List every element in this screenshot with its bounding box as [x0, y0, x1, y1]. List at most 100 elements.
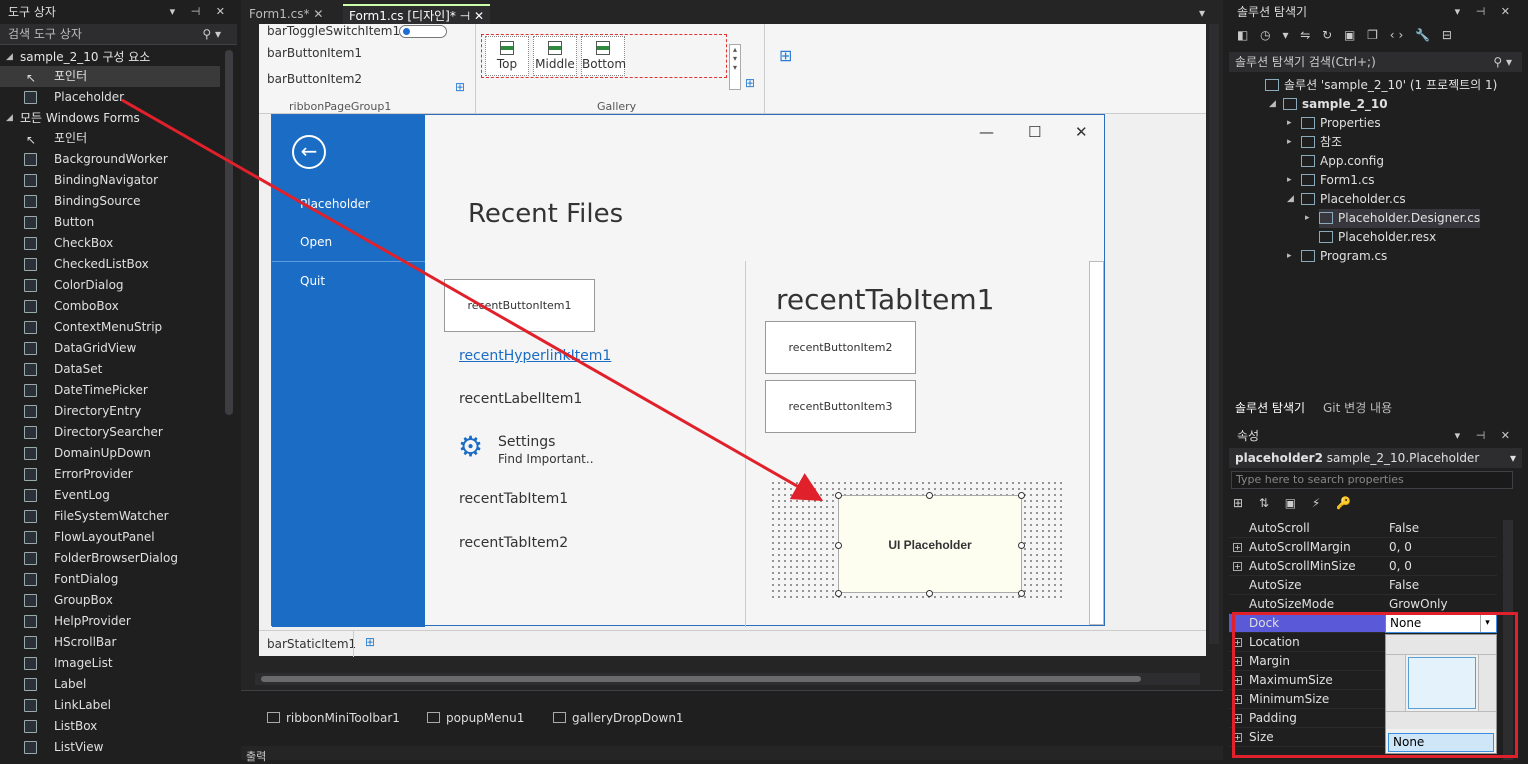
- tree-item[interactable]: ◢ sample_2_10: [1269, 95, 1388, 114]
- tree-item[interactable]: ▸ 참조: [1287, 133, 1342, 152]
- resize-handle[interactable]: [1018, 492, 1025, 499]
- resize-handle[interactable]: [835, 590, 842, 597]
- settings-title[interactable]: Settings: [498, 434, 555, 450]
- tool-item[interactable]: ErrorProvider: [0, 464, 220, 485]
- add-item-icon[interactable]: ⊞: [745, 76, 755, 90]
- tool-item[interactable]: GroupBox: [0, 590, 220, 611]
- expand-icon[interactable]: +: [1233, 543, 1242, 552]
- tab-git-changes[interactable]: Git 변경 내용: [1323, 399, 1392, 416]
- tool-item[interactable]: DataGridView: [0, 338, 220, 359]
- tool-item[interactable]: CheckedListBox: [0, 254, 220, 275]
- toolbox-scrollbar[interactable]: [225, 50, 233, 415]
- tool-item[interactable]: HelpProvider: [0, 611, 220, 632]
- tool-item[interactable]: ImageList: [0, 653, 220, 674]
- recent-button-item3[interactable]: recentButtonItem3: [765, 380, 916, 433]
- tool-item[interactable]: HScrollBar: [0, 632, 220, 653]
- tray-popup-menu[interactable]: popupMenu1: [427, 711, 524, 725]
- resize-handle[interactable]: [1018, 542, 1025, 549]
- tray-gallery-dropdown[interactable]: galleryDropDown1: [553, 711, 684, 725]
- bar-button-item1[interactable]: barButtonItem1: [267, 46, 362, 60]
- toolbox-group-all-forms[interactable]: ◢ 모든 Windows Forms: [0, 108, 140, 128]
- close-icon[interactable]: ✕: [313, 7, 323, 21]
- tab-overflow-icon[interactable]: ▾: [1199, 6, 1205, 20]
- close-icon[interactable]: ✕: [474, 9, 484, 23]
- gallery-item-top[interactable]: Top: [485, 36, 529, 76]
- tool-item[interactable]: ListView: [0, 737, 220, 758]
- close-icon[interactable]: ✕: [1075, 123, 1088, 141]
- recent-tab-item1[interactable]: recentTabItem1: [459, 491, 568, 507]
- tree-item[interactable]: 솔루션 'sample_2_10' (1 프로젝트의 1): [1265, 76, 1497, 95]
- tool-item[interactable]: LinkLabel: [0, 695, 220, 716]
- property-value[interactable]: False: [1389, 576, 1419, 595]
- minimize-icon[interactable]: —: [979, 123, 994, 141]
- solution-search-input[interactable]: 솔루션 탐색기 검색(Ctrl+;) ⚲ ▾: [1229, 52, 1522, 72]
- expand-icon[interactable]: ▸: [1287, 114, 1292, 133]
- scroll-thumb[interactable]: [261, 676, 1141, 682]
- recent-button-item1[interactable]: recentButtonItem1: [444, 279, 595, 332]
- tree-item[interactable]: ▸ Form1.cs: [1287, 171, 1375, 190]
- designer-surface[interactable]: barToggleSwitchItem1 barButtonItem1 barB…: [259, 24, 1206, 657]
- recent-tab-item2[interactable]: recentTabItem2: [459, 535, 568, 551]
- recent-button-item2[interactable]: recentButtonItem2: [765, 321, 916, 374]
- tool-item[interactable]: DateTimePicker: [0, 380, 220, 401]
- search-icon[interactable]: ⚲ ▾: [1493, 52, 1512, 72]
- property-value[interactable]: 0, 0: [1389, 557, 1412, 576]
- property-value[interactable]: False: [1389, 519, 1419, 538]
- expand-icon[interactable]: ◢: [1287, 190, 1294, 209]
- add-item-icon[interactable]: ⊞: [365, 635, 375, 649]
- tool-item[interactable]: CheckBox: [0, 233, 220, 254]
- tool-placeholder[interactable]: Placeholder: [0, 87, 220, 108]
- back-arrow-icon[interactable]: ←: [292, 135, 326, 169]
- toolbox-group-components[interactable]: ◢ sample_2_10 구성 요소: [0, 47, 150, 67]
- bar-button-item2[interactable]: barButtonItem2: [267, 72, 362, 86]
- tree-item[interactable]: Placeholder.resx: [1319, 228, 1436, 247]
- resize-handle[interactable]: [835, 492, 842, 499]
- gallery-scroll-buttons[interactable]: ▴ ▾ ▾: [729, 44, 741, 90]
- expand-icon[interactable]: ▸: [1305, 209, 1310, 228]
- resize-handle[interactable]: [1018, 590, 1025, 597]
- tool-item[interactable]: ListBox: [0, 716, 220, 737]
- add-item-icon[interactable]: ⊞: [455, 80, 465, 94]
- tool-item[interactable]: ContextMenuStrip: [0, 317, 220, 338]
- property-search-input[interactable]: Type here to search properties: [1231, 471, 1513, 489]
- content-scrollbar[interactable]: [1089, 261, 1104, 625]
- backstage-item-quit[interactable]: Quit: [300, 274, 325, 288]
- designer-hscrollbar[interactable]: [255, 673, 1200, 685]
- expand-icon[interactable]: ▸: [1287, 247, 1292, 266]
- tool-item[interactable]: ComboBox: [0, 296, 220, 317]
- panel-pin-icons[interactable]: ▾ ⊣ ✕: [1455, 424, 1516, 448]
- tool-item[interactable]: FlowLayoutPanel: [0, 527, 220, 548]
- tree-item[interactable]: ▸ Program.cs: [1287, 247, 1387, 266]
- tool-pointer[interactable]: ↖ 포인터: [0, 66, 220, 87]
- tray-mini-toolbar[interactable]: ribbonMiniToolbar1: [267, 711, 400, 725]
- solution-toolbar[interactable]: ◧ ◷ ▾ ⇋ ↻ ▣ ❐ ‹› 🔧 ⊟: [1229, 28, 1522, 50]
- expand-icon[interactable]: +: [1233, 562, 1242, 571]
- search-icon[interactable]: ⚲ ▾: [202, 24, 221, 45]
- expand-icon[interactable]: ▸: [1287, 133, 1292, 152]
- toolbox-search-input[interactable]: 검색 도구 상자 ⚲ ▾: [0, 24, 237, 45]
- pin-icon[interactable]: ⊣: [460, 9, 470, 23]
- expand-icon[interactable]: ▸: [1287, 171, 1292, 190]
- property-row[interactable]: + AutoScrollMargin 0, 0: [1229, 538, 1497, 557]
- resize-handle[interactable]: [926, 590, 933, 597]
- tab-solution-explorer[interactable]: 솔루션 탐색기: [1235, 399, 1305, 416]
- output-panel-title[interactable]: 출력: [246, 748, 266, 764]
- tool-item[interactable]: ColorDialog: [0, 275, 220, 296]
- backstage-item-placeholder[interactable]: Placeholder: [300, 197, 370, 211]
- bar-static-item[interactable]: barStaticItem1: [267, 637, 356, 651]
- tool-item[interactable]: Button: [0, 212, 220, 233]
- expand-icon[interactable]: ◢: [1269, 95, 1276, 114]
- toggle-switch[interactable]: [399, 25, 447, 38]
- ui-placeholder[interactable]: UI Placeholder: [838, 495, 1022, 593]
- tool-item[interactable]: BindingSource: [0, 191, 220, 212]
- add-page-group-icon[interactable]: ⊞: [779, 46, 792, 65]
- tree-item[interactable]: ▸ Placeholder.Designer.cs: [1305, 209, 1481, 228]
- tool-item[interactable]: Label: [0, 674, 220, 695]
- tool-item[interactable]: FolderBrowserDialog: [0, 548, 220, 569]
- gallery-item-bottom[interactable]: Bottom: [581, 36, 626, 76]
- properties-toolbar[interactable]: ⊞ ⇅ ▣ ⚡ 🔑: [1233, 496, 1357, 510]
- tree-item[interactable]: ◢ Placeholder.cs: [1287, 190, 1406, 209]
- tool-item[interactable]: EventLog: [0, 485, 220, 506]
- tool-item[interactable]: BackgroundWorker: [0, 149, 220, 170]
- backstage-item-open[interactable]: Open: [300, 235, 332, 249]
